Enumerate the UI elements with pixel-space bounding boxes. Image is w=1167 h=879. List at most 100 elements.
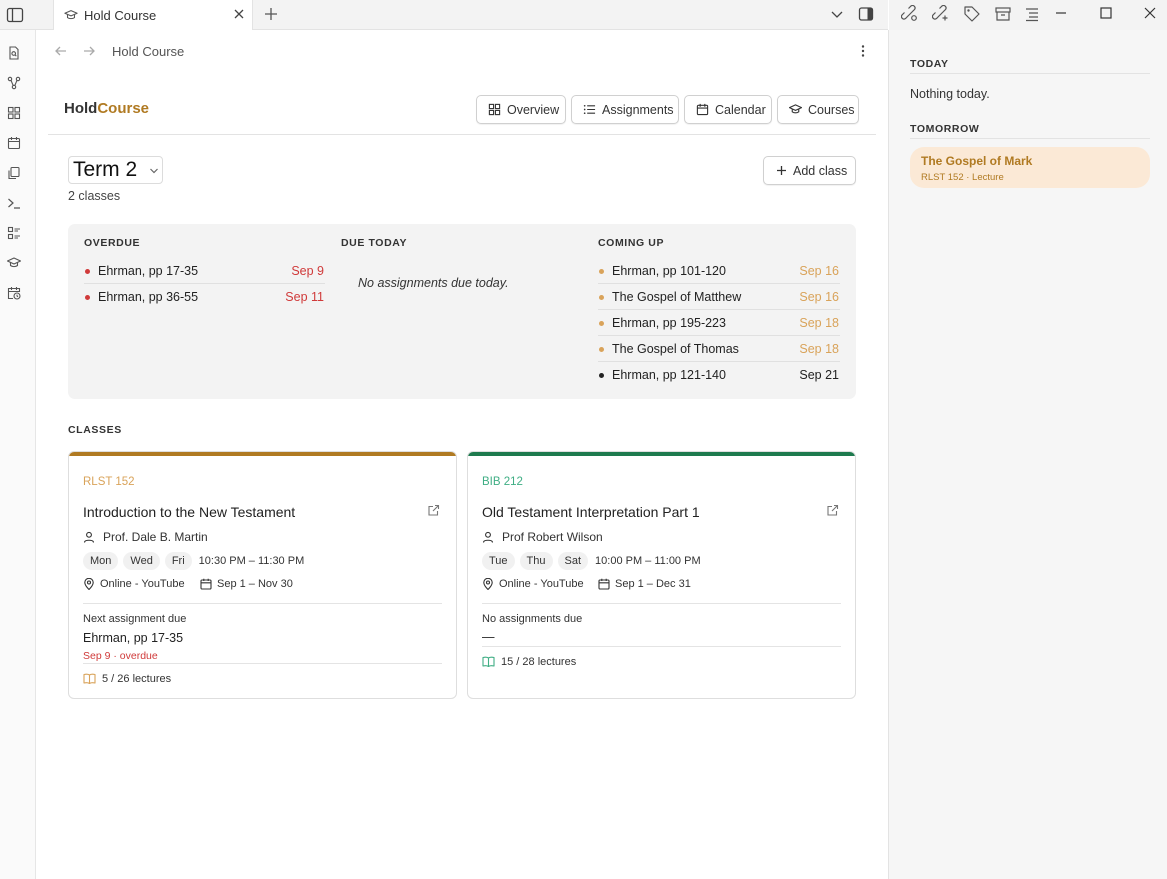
link-settings-icon[interactable] <box>901 5 919 23</box>
status-dot <box>599 347 604 352</box>
status-dot <box>85 295 90 300</box>
checklist-icon[interactable] <box>7 226 21 240</box>
grid-icon[interactable] <box>7 106 21 120</box>
external-link-icon[interactable] <box>427 504 440 517</box>
map-pin-icon <box>84 578 94 590</box>
status-dot <box>599 269 604 274</box>
lecture-progress: 15 / 28 lectures <box>482 655 576 668</box>
divider <box>482 646 841 647</box>
tag-icon[interactable] <box>963 5 981 23</box>
event-card[interactable]: The Gospel of Mark RLST 152 · Lecture <box>910 147 1150 188</box>
overdue-heading: OVERDUE <box>84 237 141 249</box>
window-close-icon[interactable] <box>1143 6 1157 20</box>
list-item[interactable]: Ehrman, pp 36-55 Sep 11 <box>84 284 325 310</box>
assignment-date: Sep 18 <box>799 316 839 330</box>
list-item[interactable]: The Gospel of Matthew Sep 16 <box>598 284 840 310</box>
course-dates: Sep 1 – Dec 31 <box>598 578 691 590</box>
list-icon <box>583 104 596 115</box>
schedule: Mon Wed Fri 10:30 PM – 11:30 PM <box>83 552 304 570</box>
location-text: Online - YouTube <box>499 578 584 590</box>
calendar-button[interactable]: Calendar <box>684 95 772 124</box>
brand-course: Course <box>97 100 150 117</box>
status-dot <box>599 321 604 326</box>
close-icon[interactable] <box>232 7 246 21</box>
right-sidebar-icon[interactable] <box>858 6 874 22</box>
tomorrow-heading: TOMORROW <box>910 123 980 135</box>
course-title: Old Testament Interpretation Part 1 <box>482 504 700 520</box>
header-divider <box>48 134 876 135</box>
minimize-icon[interactable] <box>1054 6 1068 20</box>
list-item[interactable]: Ehrman, pp 17-35 Sep 9 <box>84 258 325 284</box>
day-chip: Fri <box>164 552 192 570</box>
coming-up-list: Ehrman, pp 101-120 Sep 16 The Gospel of … <box>598 258 840 388</box>
link-add-icon[interactable] <box>932 5 950 23</box>
event-title: The Gospel of Mark <box>921 154 1033 168</box>
due-today-heading: DUE TODAY <box>341 237 408 249</box>
graduation-cap-icon[interactable] <box>7 256 21 270</box>
add-class-button[interactable]: Add class <box>763 156 856 185</box>
term-value: Term 2 <box>73 158 138 181</box>
nav-bar: Hold Course <box>36 30 888 72</box>
calendar-clock-icon[interactable] <box>7 286 21 300</box>
chevron-down-icon[interactable] <box>830 7 844 21</box>
assignment-name: Ehrman, pp 36-55 <box>98 290 199 304</box>
event-subtitle: RLST 152 · Lecture <box>921 172 1004 183</box>
assignments-button[interactable]: Assignments <box>571 95 679 124</box>
next-assignment-name: — <box>482 630 495 644</box>
class-card-rlst152[interactable]: RLST 152 Introduction to the New Testame… <box>68 451 457 699</box>
plus-icon[interactable] <box>263 6 279 22</box>
tab-title: Hold Course <box>84 8 157 23</box>
tab-bar: Hold Course <box>0 0 888 30</box>
next-assignment-date: Sep 9 · overdue <box>83 650 158 662</box>
maximize-icon[interactable] <box>1099 6 1113 20</box>
course-dates: Sep 1 – Nov 30 <box>200 578 293 590</box>
status-dot <box>85 269 90 274</box>
list-item[interactable]: Ehrman, pp 195-223 Sep 18 <box>598 310 840 336</box>
term-select[interactable]: Term 2 <box>68 156 163 184</box>
assignment-name: The Gospel of Thomas <box>612 342 739 356</box>
status-dot <box>599 373 604 378</box>
today-heading: TODAY <box>910 58 949 70</box>
location: Online - YouTube <box>482 578 584 590</box>
overview-button[interactable]: Overview <box>476 95 566 124</box>
chevron-down-icon <box>150 168 158 174</box>
tab-hold-course[interactable]: Hold Course <box>53 0 253 30</box>
copy-icon[interactable] <box>7 166 21 180</box>
divider <box>83 603 442 604</box>
assignment-date: Sep 21 <box>799 368 839 382</box>
next-assignment-name: Ehrman, pp 17-35 <box>83 631 184 645</box>
outline-icon[interactable] <box>1023 5 1041 23</box>
card-accent-bar <box>468 452 855 456</box>
search-file-icon[interactable] <box>7 46 21 60</box>
add-class-label: Add class <box>793 163 848 178</box>
course-code: BIB 212 <box>482 476 523 488</box>
courses-button[interactable]: Courses <box>777 95 859 124</box>
sidebar-toggle-icon[interactable] <box>5 5 25 25</box>
left-ribbon <box>0 30 36 879</box>
due-today-empty: No assignments due today. <box>358 276 509 290</box>
arrow-right-icon[interactable] <box>82 44 96 58</box>
list-item[interactable]: The Gospel of Thomas Sep 18 <box>598 336 840 362</box>
assignment-name: Ehrman, pp 17-35 <box>98 264 199 278</box>
graph-icon[interactable] <box>7 76 21 90</box>
class-card-bib212[interactable]: BIB 212 Old Testament Interpretation Par… <box>467 451 856 699</box>
more-vertical-icon[interactable] <box>856 44 870 58</box>
status-dot <box>599 295 604 300</box>
next-assignment-label: Next assignment due <box>83 613 187 625</box>
professor: Prof. Dale B. Martin <box>83 530 208 544</box>
course-code: RLST 152 <box>83 476 135 488</box>
external-link-icon[interactable] <box>826 504 839 517</box>
archive-icon[interactable] <box>994 5 1012 23</box>
book-open-icon <box>83 673 96 685</box>
divider <box>83 663 442 664</box>
arrow-left-icon[interactable] <box>54 44 68 58</box>
calendar-icon[interactable] <box>7 136 21 150</box>
list-item[interactable]: Ehrman, pp 101-120 Sep 16 <box>598 258 840 284</box>
classes-heading: CLASSES <box>68 424 122 436</box>
user-icon <box>482 531 494 543</box>
terminal-icon[interactable] <box>7 196 21 210</box>
list-item[interactable]: Ehrman, pp 121-140 Sep 21 <box>598 362 840 388</box>
course-title: Introduction to the New Testament <box>83 504 296 520</box>
lecture-count: 15 / 28 lectures <box>501 655 577 668</box>
overdue-list: Ehrman, pp 17-35 Sep 9 Ehrman, pp 36-55 … <box>84 258 325 310</box>
